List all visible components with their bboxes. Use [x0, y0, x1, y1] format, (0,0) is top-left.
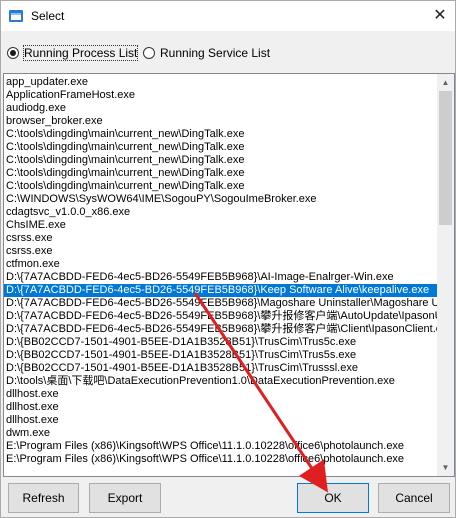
scrollbar-thumb[interactable] — [439, 91, 452, 225]
list-item[interactable]: D:\{7A7ACBDD-FED6-4ec5-BD26-5549FEB5B968… — [4, 297, 437, 310]
list-item[interactable]: dllhost.exe — [4, 401, 437, 414]
process-listbox[interactable]: app_updater.exe ApplicationFrameHost.exe a… — [3, 73, 455, 477]
list-item[interactable]: app_updater.exe — [4, 76, 437, 89]
list-item-selected[interactable]: D:\{7A7ACBDD-FED6-4ec5-BD26-5549FEB5B968… — [4, 284, 437, 297]
radio-running-process-list[interactable]: Running Process List — [7, 43, 139, 63]
list-item[interactable]: browser_broker.exe — [4, 115, 437, 128]
list-item[interactable]: csrss.exe — [4, 245, 437, 258]
list-item[interactable]: C:\tools\dingding\main\current_new\DingT… — [4, 167, 437, 180]
list-item[interactable]: C:\tools\dingding\main\current_new\DingT… — [4, 180, 437, 193]
list-item[interactable]: dwm.exe — [4, 427, 437, 440]
list-item[interactable]: C:\tools\dingding\main\current_new\DingT… — [4, 141, 437, 154]
list-item[interactable]: dllhost.exe — [4, 414, 437, 427]
list-item[interactable]: D:\{BB02CCD7-1501-4901-B5EE-D1A1B3528B51… — [4, 362, 437, 375]
list-item[interactable]: C:\tools\dingding\main\current_new\DingT… — [4, 154, 437, 167]
list-item[interactable]: ChsIME.exe — [4, 219, 437, 232]
refresh-button[interactable]: Refresh — [8, 483, 79, 513]
list-item[interactable]: D:\{BB02CCD7-1501-4901-B5EE-D1A1B3528B51… — [4, 336, 437, 349]
scroll-up-arrow-icon[interactable]: ▲ — [437, 74, 454, 91]
scroll-down-arrow-icon[interactable]: ▼ — [437, 459, 454, 476]
radio-label-process: Running Process List — [22, 45, 139, 61]
list-item[interactable]: D:\{7A7ACBDD-FED6-4ec5-BD26-5549FEB5B968… — [4, 310, 437, 323]
list-item[interactable]: C:\tools\dingding\main\current_new\DingT… — [4, 128, 437, 141]
select-dialog: Select ✕ Running Process List Running Se… — [0, 0, 456, 518]
title-bar: Select ✕ — [1, 1, 455, 31]
radio-unchecked-indicator — [143, 47, 155, 59]
list-item[interactable]: ApplicationFrameHost.exe — [4, 89, 437, 102]
list-item[interactable]: cdagtsvc_v1.0.0_x86.exe — [4, 206, 437, 219]
radio-running-service-list[interactable]: Running Service List — [143, 43, 270, 63]
list-item[interactable]: D:\{7A7ACBDD-FED6-4ec5-BD26-5549FEB5B968… — [4, 271, 437, 284]
list-item[interactable]: D:\{7A7ACBDD-FED6-4ec5-BD26-5549FEB5B968… — [4, 323, 437, 336]
list-item[interactable]: E:\Program Files (x86)\Kingsoft\WPS Offi… — [4, 453, 437, 466]
app-icon — [9, 10, 23, 22]
vertical-scrollbar[interactable]: ▲ ▼ — [437, 74, 454, 476]
list-mode-selector: Running Process List Running Service Lis… — [1, 43, 455, 63]
ok-button[interactable]: OK — [297, 483, 369, 513]
list-item[interactable]: dllhost.exe — [4, 388, 437, 401]
list-item[interactable]: csrss.exe — [4, 232, 437, 245]
list-item[interactable]: C:\WINDOWS\SysWOW64\IME\SogouPY\SogouIme… — [4, 193, 437, 206]
radio-checked-indicator — [7, 47, 19, 59]
cancel-button[interactable]: Cancel — [378, 483, 450, 513]
window-title: Select — [31, 9, 65, 23]
list-item[interactable]: ctfmon.exe — [4, 258, 437, 271]
list-item[interactable]: audiodg.exe — [4, 102, 437, 115]
list-item[interactable]: D:\tools\桌面\下载吧\DataExecutionPrevention1… — [4, 375, 437, 388]
export-button[interactable]: Export — [89, 483, 161, 513]
process-list-items: app_updater.exe ApplicationFrameHost.exe a… — [4, 76, 437, 466]
list-item[interactable]: E:\Program Files (x86)\Kingsoft\WPS Offi… — [4, 440, 437, 453]
close-icon[interactable]: ✕ — [425, 1, 455, 31]
list-item[interactable]: D:\{BB02CCD7-1501-4901-B5EE-D1A1B3528B51… — [4, 349, 437, 362]
radio-label-service: Running Service List — [160, 46, 271, 60]
